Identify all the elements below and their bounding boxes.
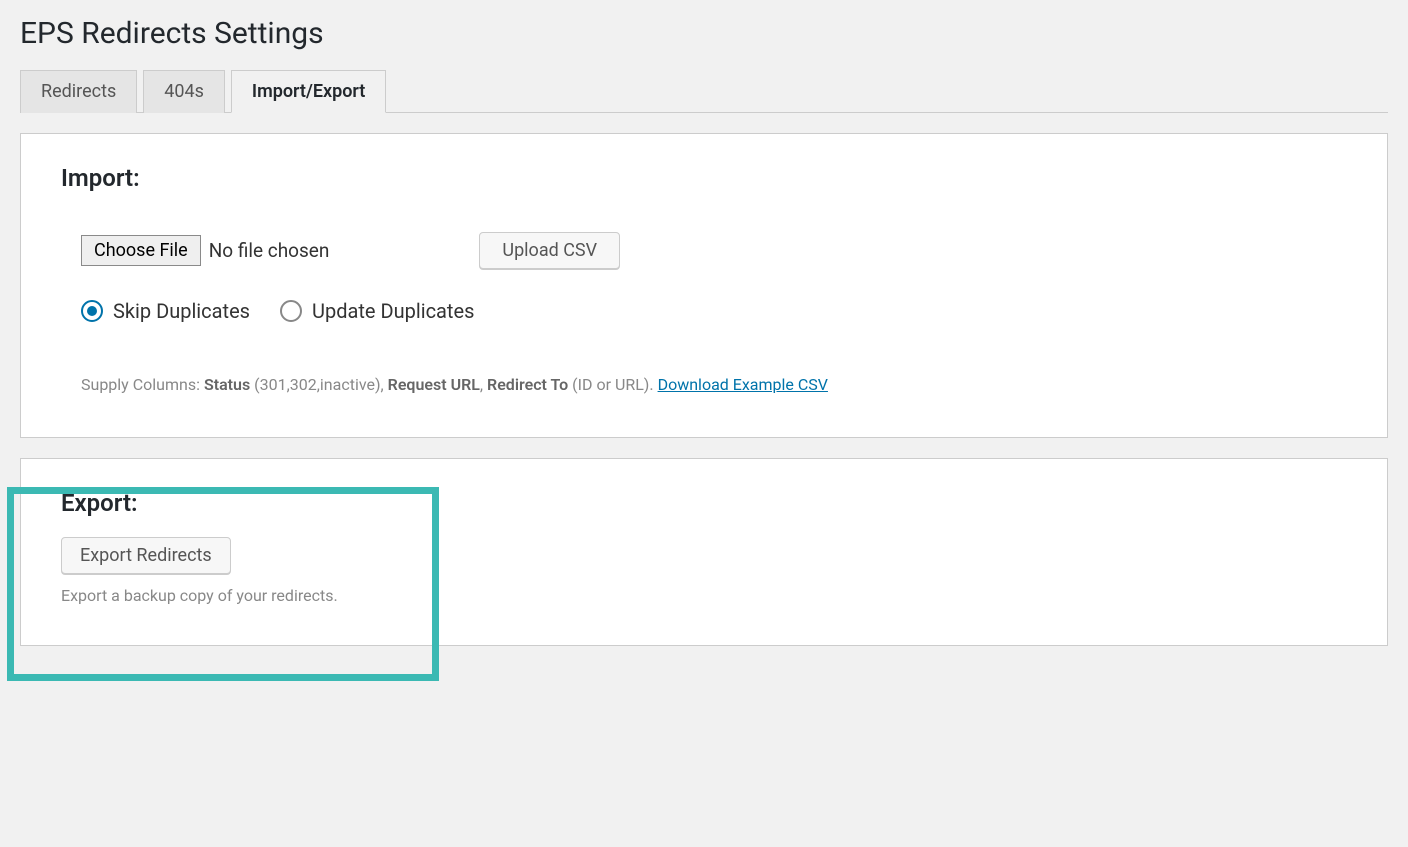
export-redirects-button[interactable]: Export Redirects <box>61 537 231 574</box>
import-heading: Import: <box>61 164 1347 192</box>
help-col2-strong: Request URL <box>388 375 480 394</box>
import-help-text: Supply Columns: Status (301,302,inactive… <box>61 373 1347 397</box>
radio-input-skip[interactable] <box>81 300 103 322</box>
choose-file-button[interactable]: Choose File <box>81 235 201 266</box>
file-input-wrap: Choose File No file chosen <box>81 235 329 266</box>
import-panel: Import: Choose File No file chosen Uploa… <box>20 133 1388 438</box>
help-col2-rest: , <box>480 375 487 394</box>
help-col3-strong: Redirect To <box>487 375 568 394</box>
help-col1-strong: Status <box>204 375 250 394</box>
export-description: Export a backup copy of your redirects. <box>61 586 1347 605</box>
tab-404s[interactable]: 404s <box>143 70 225 113</box>
help-col1-rest: (301,302,inactive), <box>250 375 387 394</box>
radio-update-duplicates[interactable]: Update Duplicates <box>280 299 474 323</box>
help-prefix: Supply Columns: <box>81 375 204 394</box>
duplicate-handling-radios: Skip Duplicates Update Duplicates <box>61 299 1347 323</box>
radio-skip-duplicates[interactable]: Skip Duplicates <box>81 299 250 323</box>
tab-import-export[interactable]: Import/Export <box>231 70 386 113</box>
help-col3-rest: (ID or URL). <box>568 375 657 394</box>
page-title: EPS Redirects Settings <box>20 16 1388 51</box>
radio-label-update: Update Duplicates <box>312 299 474 323</box>
download-example-csv-link[interactable]: Download Example CSV <box>658 375 828 394</box>
tab-bar: Redirects 404s Import/Export <box>20 69 1388 113</box>
upload-csv-button[interactable]: Upload CSV <box>479 232 620 269</box>
import-file-row: Choose File No file chosen Upload CSV <box>61 232 1347 269</box>
radio-label-skip: Skip Duplicates <box>113 299 250 323</box>
tab-redirects[interactable]: Redirects <box>20 70 137 113</box>
export-heading: Export: <box>61 489 1347 517</box>
radio-input-update[interactable] <box>280 300 302 322</box>
no-file-chosen-text: No file chosen <box>209 239 330 262</box>
export-panel: Export: Export Redirects Export a backup… <box>20 458 1388 646</box>
